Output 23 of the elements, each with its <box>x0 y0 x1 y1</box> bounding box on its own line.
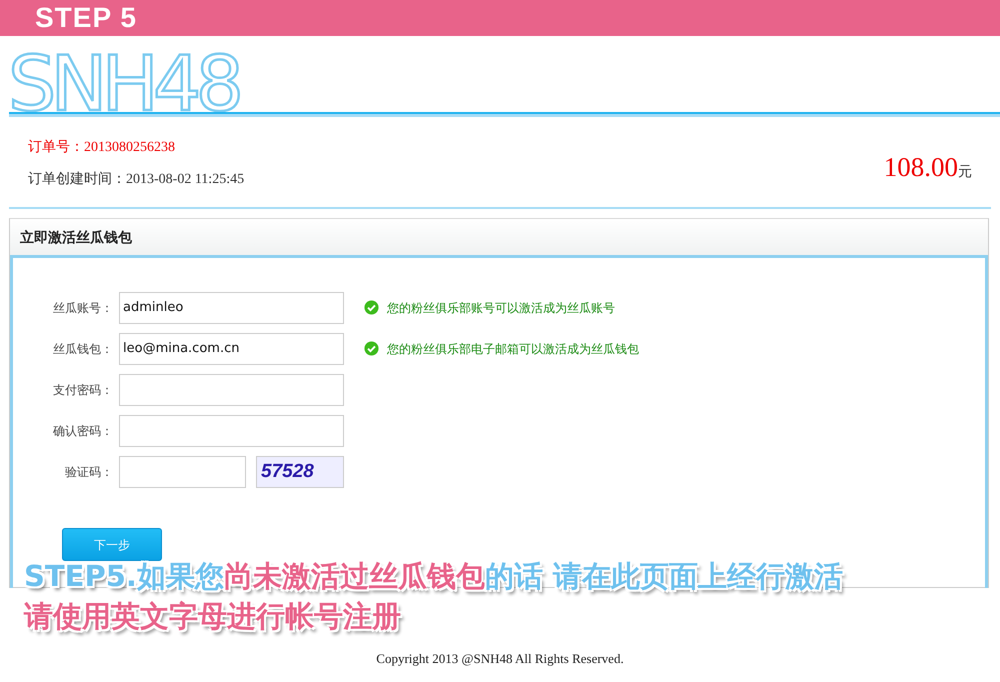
input-field[interactable]: leo@mina.com.cn <box>119 332 344 364</box>
field-label: 丝瓜账号： <box>52 300 114 316</box>
caption-text: 的话 请在此页面上经行激活 <box>484 559 844 593</box>
banner-title: STEP 5 <box>35 1 137 35</box>
field-label: 验证码： <box>64 464 114 480</box>
input-field[interactable] <box>119 456 246 488</box>
caption-text: STEP5.如果您 <box>24 559 224 593</box>
field-label: 确认密码： <box>52 422 114 440</box>
order-created-time: 订单创建时间：2013-08-02 11:25:45 <box>28 170 244 189</box>
field-label: 丝瓜钱包： <box>52 340 114 358</box>
input-field[interactable]: adminleo <box>119 292 344 324</box>
caption-text: 请使用英文字母进行帐号注册 <box>24 599 401 633</box>
logo: SNH48 <box>8 39 244 112</box>
input-field[interactable] <box>119 414 344 446</box>
validation-message: 您的粉丝俱乐部账号可以激活成为丝瓜账号 <box>387 300 615 316</box>
captcha-image: 57528 <box>256 456 344 488</box>
order-number: 订单号：2013080256238 <box>28 138 176 157</box>
copyright-text: Copyright 2013 @SNH48 All Rights Reserved. <box>375 651 625 667</box>
input-field[interactable] <box>119 374 344 406</box>
order-amount: 108.00元 <box>884 151 972 184</box>
validation-message: 您的粉丝俱乐部电子邮箱可以激活成为丝瓜钱包 <box>387 340 639 358</box>
caption-text: 尚未激活过丝瓜钱包 <box>224 559 485 593</box>
field-label: 支付密码： <box>52 382 114 398</box>
